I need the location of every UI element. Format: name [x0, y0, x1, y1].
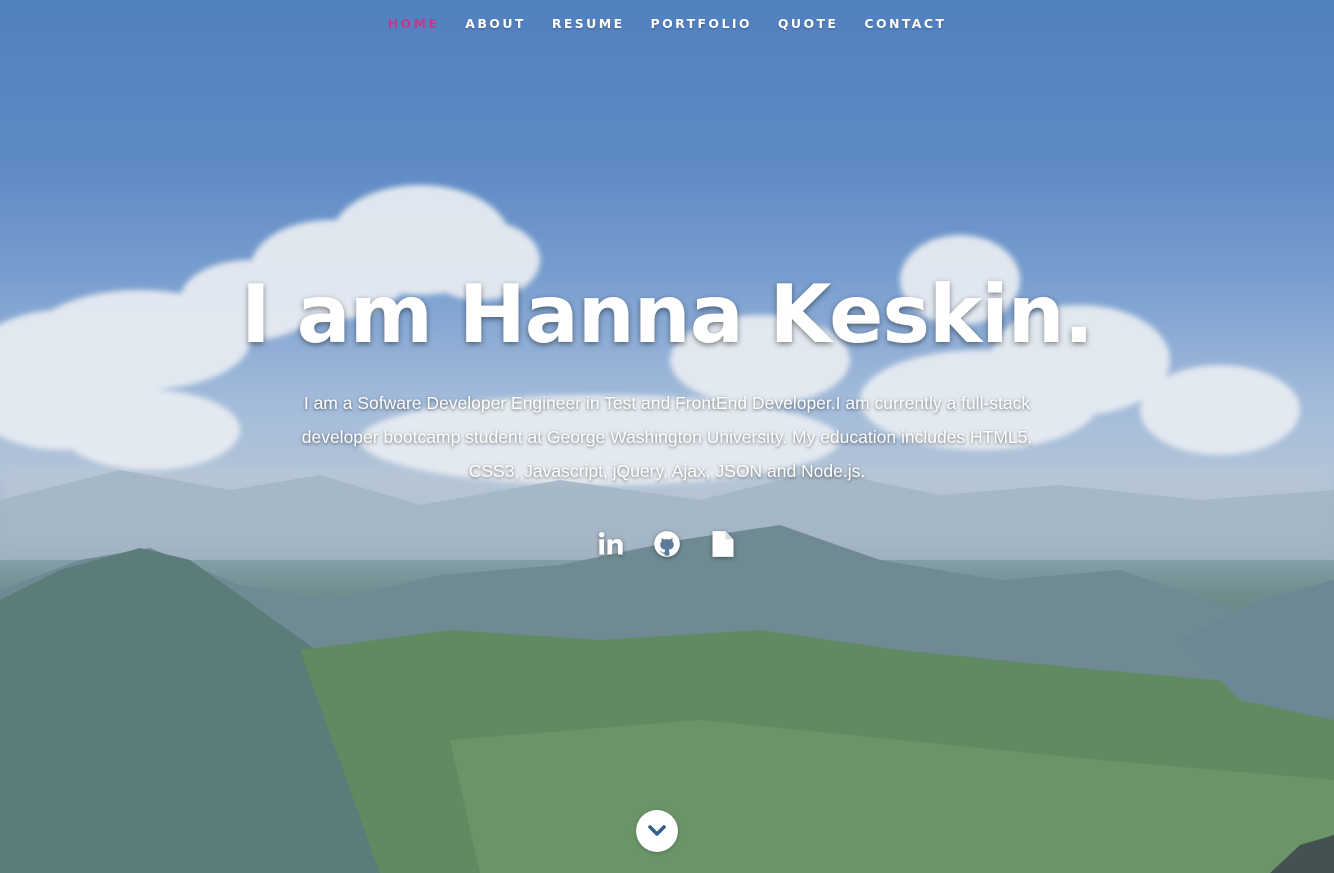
hero-headline: I am Hanna Keskin.	[241, 268, 1094, 361]
linkedin-icon	[598, 531, 623, 555]
main-navigation: HOME ABOUT RESUME PORTFOLIO QUOTE CONTAC…	[0, 14, 1334, 33]
hero-intro-text: I am a Sofware Developer Engineer in Tes…	[301, 393, 1033, 481]
github-link[interactable]	[652, 528, 682, 560]
github-icon	[654, 531, 680, 557]
linkedin-link[interactable]	[596, 528, 626, 560]
scroll-down-button[interactable]	[636, 810, 678, 852]
nav-item-contact[interactable]: CONTACT	[851, 14, 959, 33]
nav-item-quote[interactable]: QUOTE	[765, 14, 851, 33]
nav-item-portfolio[interactable]: PORTFOLIO	[638, 14, 765, 33]
resume-document-link[interactable]	[708, 528, 738, 560]
chevron-down-icon	[648, 825, 666, 836]
document-icon	[712, 531, 734, 557]
nav-item-resume[interactable]: RESUME	[539, 14, 638, 33]
nav-item-home[interactable]: HOME	[375, 14, 453, 33]
nav-item-about[interactable]: ABOUT	[452, 14, 539, 33]
social-links	[0, 528, 1334, 560]
